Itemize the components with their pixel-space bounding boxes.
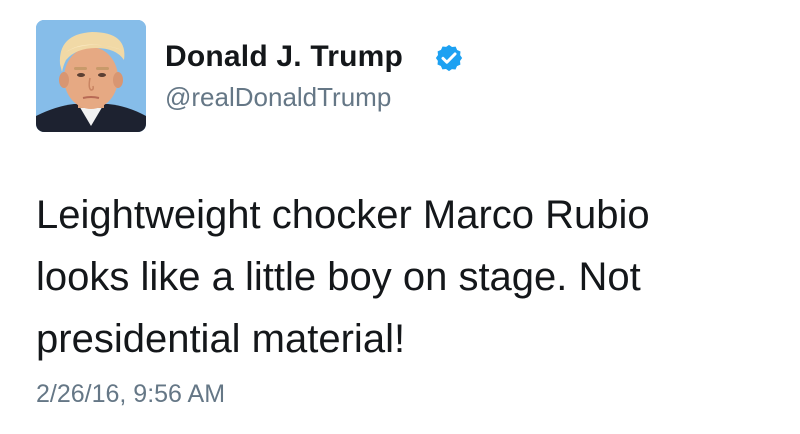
tweet-timestamp[interactable]: 2/26/16, 9:56 AM — [36, 380, 225, 409]
verified-badge-icon — [435, 44, 463, 72]
avatar-portrait-image — [36, 20, 146, 132]
tweet-card: Donald J. Trump @realDonaldTrump Leightw… — [0, 0, 800, 434]
display-name[interactable]: Donald J. Trump — [165, 40, 403, 74]
user-handle[interactable]: @realDonaldTrump — [165, 82, 391, 113]
tweet-text: Leightweight chocker Marco Rubio looks l… — [36, 184, 776, 370]
tweet-text-line: looks like a little boy on stage. Not — [36, 255, 641, 299]
avatar[interactable] — [36, 20, 146, 132]
tweet-text-line: Leightweight chocker Marco Rubio — [36, 193, 650, 237]
tweet-text-line: presidential material! — [36, 317, 406, 361]
